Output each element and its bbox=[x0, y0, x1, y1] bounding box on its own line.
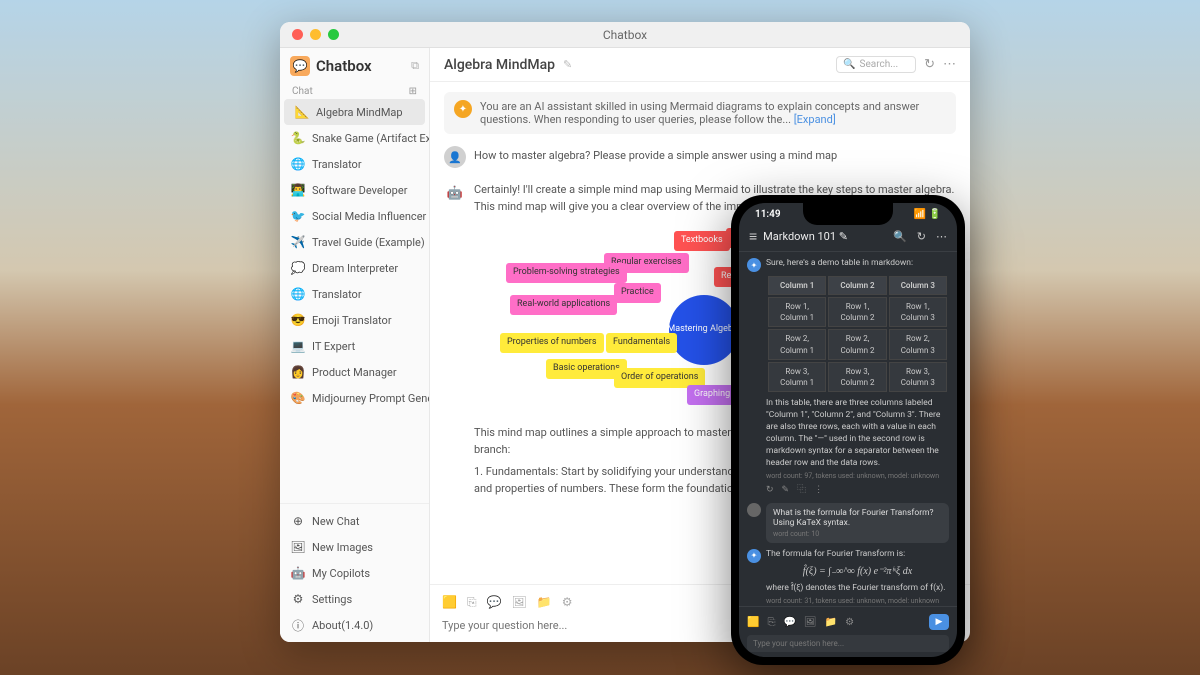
markdown-table: Column 1Column 2Column 3 Row 1, Column 1… bbox=[766, 274, 949, 394]
new-images-button[interactable]: 🖼New Images bbox=[280, 534, 429, 560]
user-message: 👤 How to master algebra? Please provide … bbox=[444, 146, 956, 168]
phone-ai-avatar-icon: ✦ bbox=[747, 549, 761, 563]
sidebar-item-social[interactable]: 🐦Social Media Influencer (E... bbox=[280, 203, 429, 229]
expand-link[interactable]: [Expand] bbox=[794, 113, 836, 126]
copy-icon[interactable]: ⿻ bbox=[797, 484, 806, 497]
phone-messages: ✦ Sure, here's a demo table in markdown:… bbox=[739, 252, 957, 606]
chat-icon[interactable]: 💬 bbox=[487, 595, 502, 610]
sidebar-item-pm[interactable]: 👩Product Manager bbox=[280, 359, 429, 385]
phone-ai-avatar-icon: ✦ bbox=[747, 258, 761, 272]
mm-node: Problem-solving strategies bbox=[506, 263, 627, 283]
minimize-window-button[interactable] bbox=[310, 29, 321, 40]
more-actions-icon[interactable]: ⋮ bbox=[814, 484, 823, 497]
phone-history-icon[interactable]: ↻ bbox=[917, 230, 926, 243]
chat-section-label: Chat ⊞ bbox=[280, 84, 429, 99]
main-header: Algebra MindMap ✎ 🔍 Search... ↻ ⋯ bbox=[430, 48, 970, 82]
phone-ai-message-2: ✦ The formula for Fourier Transform is: … bbox=[747, 549, 949, 606]
sidebar-item-travel[interactable]: ✈️Travel Guide (Example) bbox=[280, 229, 429, 255]
quote-icon[interactable]: ⎘ bbox=[467, 595, 477, 610]
phone-header: ≡ Markdown 101 ✎ 🔍 ↻ ⋯ bbox=[739, 222, 957, 252]
model-icon[interactable]: 🟨 bbox=[442, 595, 457, 610]
phone-folder-icon[interactable]: 📁 bbox=[825, 617, 837, 628]
system-message: ✦ You are an AI assistant skilled in usi… bbox=[444, 92, 956, 134]
traffic-lights bbox=[292, 29, 339, 40]
mm-center-node: Mastering Algebra bbox=[669, 295, 739, 365]
folder-icon[interactable]: 📁 bbox=[537, 595, 552, 610]
phone-message-input[interactable]: Type your question here... bbox=[747, 635, 949, 652]
phone-send-button[interactable]: ▶ bbox=[929, 614, 949, 630]
phone-model-icon[interactable]: 🟨 bbox=[747, 617, 759, 628]
maximize-window-button[interactable] bbox=[328, 29, 339, 40]
sidebar-bottom: ⊕New Chat 🖼New Images 🤖My Copilots ⚙Sett… bbox=[280, 503, 429, 642]
sidebar-header: 💬 Chatbox ⧉ bbox=[280, 48, 429, 84]
new-chat-button[interactable]: ⊕New Chat bbox=[280, 508, 429, 534]
phone-screen: 11:49 📶 🔋 ≡ Markdown 101 ✎ 🔍 ↻ ⋯ ✦ Sure,… bbox=[739, 203, 957, 657]
sidebar-item-emoji[interactable]: 😎Emoji Translator bbox=[280, 307, 429, 333]
about-button[interactable]: ⓘAbout(1.4.0) bbox=[280, 612, 429, 638]
phone-menu-icon[interactable]: ≡ bbox=[749, 228, 757, 245]
edit-icon[interactable]: ✎ bbox=[782, 484, 790, 497]
mm-node: Properties of numbers bbox=[500, 333, 604, 353]
settings-button[interactable]: ⚙Settings bbox=[280, 586, 429, 612]
mm-node: Practice bbox=[614, 283, 661, 303]
user-message-text: How to master algebra? Please provide a … bbox=[474, 146, 837, 162]
user-avatar-icon: 👤 bbox=[444, 146, 466, 168]
message-meta: word count: 97, tokens used: unknown, mo… bbox=[766, 472, 949, 482]
ai-avatar-icon: 🤖 bbox=[444, 182, 466, 204]
phone-chat-icon[interactable]: 💬 bbox=[783, 617, 795, 628]
mm-node: Fundamentals bbox=[606, 333, 677, 353]
phone-device: 11:49 📶 🔋 ≡ Markdown 101 ✎ 🔍 ↻ ⋯ ✦ Sure,… bbox=[731, 195, 965, 665]
sidebar-item-mj[interactable]: 🎨Midjourney Prompt Gener... bbox=[280, 385, 429, 411]
settings-icon[interactable]: ⚙ bbox=[562, 595, 573, 610]
sidebar-item-dream[interactable]: 💭Dream Interpreter bbox=[280, 255, 429, 281]
phone-notch bbox=[803, 203, 893, 225]
phone-input-area: 🟨 ⎘ 💬 🖼 📁 ⚙ ▶ Type your question here... bbox=[739, 606, 957, 657]
app-logo-icon: 💬 bbox=[290, 56, 310, 76]
phone-user-avatar-icon bbox=[747, 503, 761, 517]
sidebar-item-translator[interactable]: 🌐Translator bbox=[280, 151, 429, 177]
phone-time: 11:49 bbox=[755, 209, 781, 220]
sidebar: 💬 Chatbox ⧉ Chat ⊞ 📐Algebra MindMap 🐍Sna… bbox=[280, 48, 430, 642]
more-icon[interactable]: ⋯ bbox=[943, 57, 956, 72]
app-name: Chatbox bbox=[316, 57, 372, 75]
edit-title-icon[interactable]: ✎ bbox=[563, 58, 572, 71]
phone-search-icon[interactable]: 🔍 bbox=[893, 230, 907, 243]
phone-user-message: What is the formula for Fourier Transfor… bbox=[747, 503, 949, 543]
close-window-button[interactable] bbox=[292, 29, 303, 40]
sidebar-item-algebra[interactable]: 📐Algebra MindMap bbox=[284, 99, 425, 125]
phone-status-icons: 📶 🔋 bbox=[914, 209, 941, 220]
window-title: Chatbox bbox=[603, 28, 647, 42]
phone-ai-message: ✦ Sure, here's a demo table in markdown:… bbox=[747, 258, 949, 497]
sidebar-item-translator2[interactable]: 🌐Translator bbox=[280, 281, 429, 307]
sidebar-collapse-icon[interactable]: ⧉ bbox=[411, 59, 419, 73]
phone-input-toolbar: 🟨 ⎘ 💬 🖼 📁 ⚙ ▶ bbox=[747, 612, 949, 632]
sidebar-item-dev[interactable]: 👨‍💻Software Developer bbox=[280, 177, 429, 203]
system-icon: ✦ bbox=[454, 100, 472, 118]
my-copilots-button[interactable]: 🤖My Copilots bbox=[280, 560, 429, 586]
titlebar: Chatbox bbox=[280, 22, 970, 48]
phone-settings-icon[interactable]: ⚙ bbox=[845, 617, 854, 628]
sidebar-item-snake[interactable]: 🐍Snake Game (Artifact Exa... bbox=[280, 125, 429, 151]
image-icon[interactable]: 🖼 bbox=[512, 595, 527, 610]
phone-quote-icon[interactable]: ⎘ bbox=[767, 617, 775, 628]
search-icon: 🔍 bbox=[843, 59, 855, 70]
message-actions: ↻ ✎ ⿻ ⋮ bbox=[766, 484, 949, 497]
search-box[interactable]: 🔍 Search... bbox=[836, 56, 916, 73]
new-chat-icon[interactable]: ⊞ bbox=[409, 86, 417, 97]
sidebar-chat-list: 📐Algebra MindMap 🐍Snake Game (Artifact E… bbox=[280, 99, 429, 503]
mm-node: Real-world applications bbox=[510, 295, 617, 315]
phone-more-icon[interactable]: ⋯ bbox=[936, 230, 947, 243]
mm-node: Graphing bbox=[687, 385, 737, 405]
sidebar-item-it[interactable]: 💻IT Expert bbox=[280, 333, 429, 359]
retry-icon[interactable]: ↻ bbox=[766, 484, 774, 497]
phone-conversation-title: Markdown 101 ✎ bbox=[763, 230, 887, 243]
mm-node: Textbooks bbox=[674, 231, 730, 251]
history-icon[interactable]: ↻ bbox=[924, 57, 935, 72]
conversation-title: Algebra MindMap bbox=[444, 57, 555, 73]
fourier-formula: f̂(ξ) = ∫₋∞^∞ f(x) e⁻²πⁱˣξ dx bbox=[766, 565, 949, 579]
phone-image-icon[interactable]: 🖼 bbox=[804, 617, 817, 628]
